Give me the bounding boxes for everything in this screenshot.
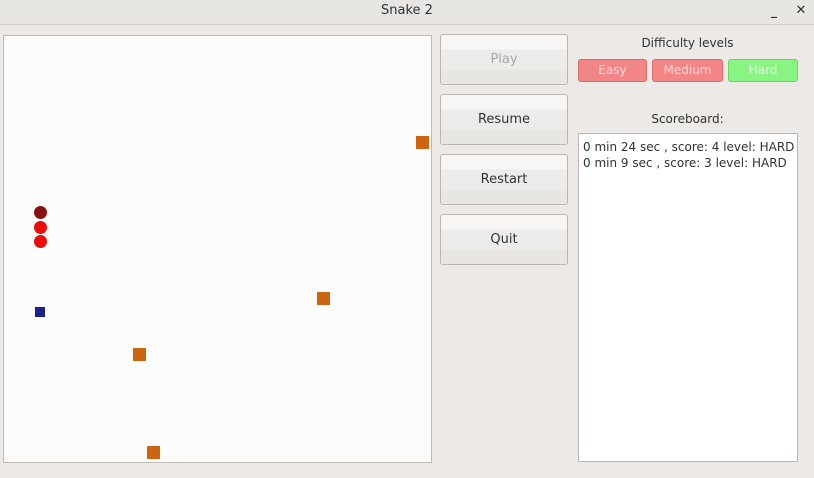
window-title: Snake 2 bbox=[381, 3, 433, 18]
resume-button[interactable]: Resume bbox=[440, 94, 568, 145]
restart-button[interactable]: Restart bbox=[440, 154, 568, 205]
food-item bbox=[317, 292, 330, 305]
score-entry: 0 min 24 sec , score: 4 level: HARD bbox=[583, 140, 795, 154]
food-item bbox=[133, 348, 146, 361]
food-item bbox=[147, 446, 160, 459]
minimize-icon[interactable]: _ bbox=[768, 0, 780, 24]
scoreboard-list: 0 min 24 sec , score: 4 level: HARD 0 mi… bbox=[578, 133, 798, 462]
snake-head bbox=[34, 206, 47, 219]
scoreboard-title: Scoreboard: bbox=[651, 112, 724, 126]
snake-segment bbox=[34, 221, 47, 234]
snake-segment bbox=[34, 235, 47, 248]
easy-button[interactable]: Easy bbox=[578, 59, 647, 82]
bonus-item bbox=[35, 307, 45, 317]
difficulty-title: Difficulty levels bbox=[641, 36, 734, 50]
hard-button[interactable]: Hard bbox=[728, 59, 798, 82]
score-entry: 0 min 9 sec , score: 3 level: HARD bbox=[583, 156, 787, 170]
quit-button[interactable]: Quit bbox=[440, 214, 568, 265]
close-icon[interactable]: ✕ bbox=[794, 0, 808, 24]
title-bar: Snake 2 _ ✕ bbox=[0, 0, 814, 25]
game-board[interactable] bbox=[3, 35, 432, 463]
medium-button[interactable]: Medium bbox=[652, 59, 723, 82]
food-item bbox=[416, 136, 429, 149]
play-button[interactable]: Play bbox=[440, 34, 568, 85]
